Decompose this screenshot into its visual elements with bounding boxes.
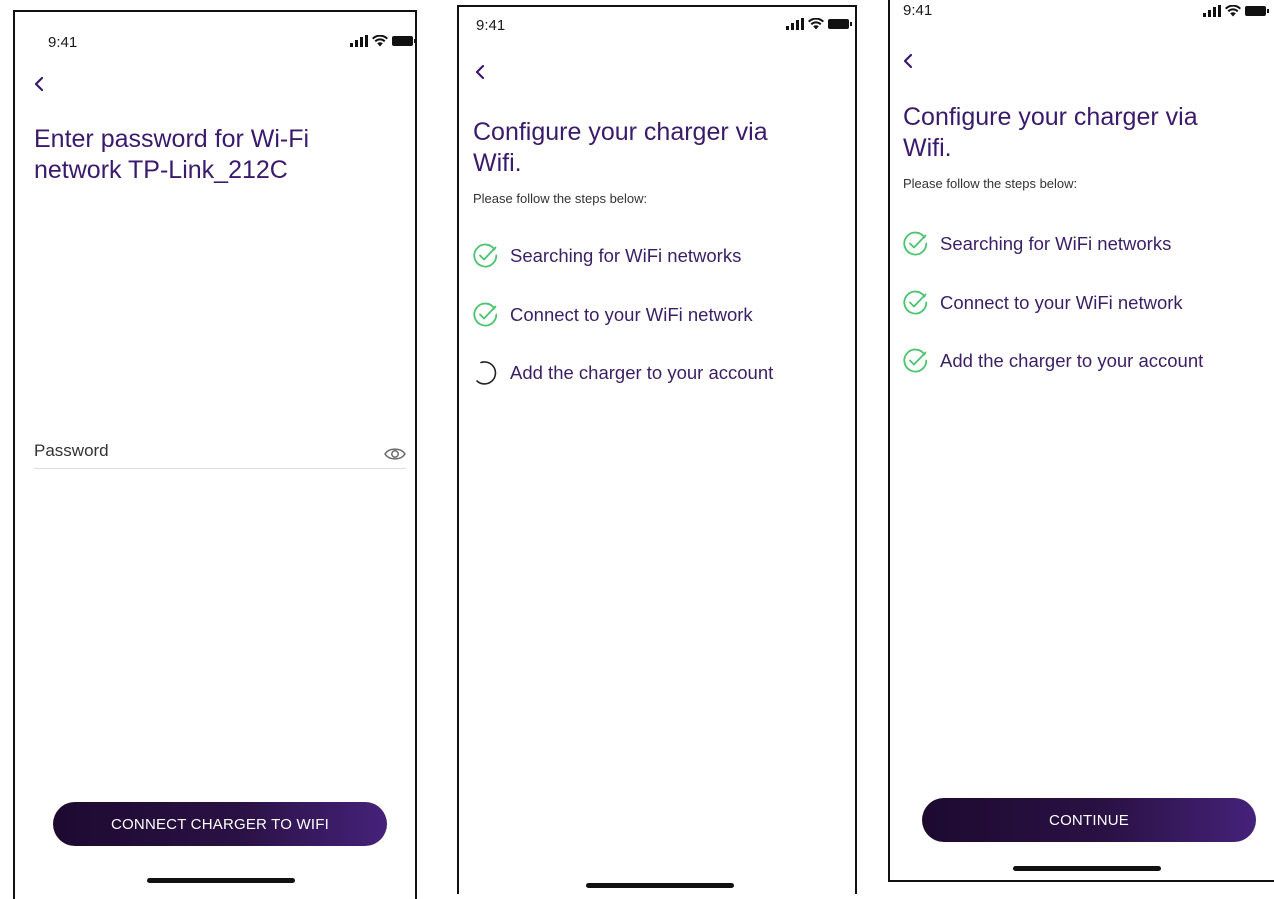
battery-icon bbox=[1245, 6, 1269, 16]
step-item: Add the charger to your account bbox=[472, 359, 773, 386]
wifi-icon bbox=[808, 18, 824, 30]
eye-icon[interactable] bbox=[384, 446, 406, 462]
screen-wifi-password: 9:41 Enter password for Wi-Fi network TP… bbox=[13, 10, 417, 899]
step-item: Add the charger to your account bbox=[902, 347, 1203, 374]
status-icons bbox=[1203, 4, 1269, 18]
continue-button[interactable]: CONTINUE bbox=[922, 798, 1256, 842]
page-title: Configure your charger via Wifi. bbox=[903, 103, 1198, 162]
page-subtitle: Please follow the steps below: bbox=[903, 176, 1078, 191]
step-item: Searching for WiFi networks bbox=[472, 242, 741, 269]
page-title: Configure your charger via Wifi. bbox=[473, 118, 768, 177]
page-title: Enter password for Wi-Fi network TP-Link… bbox=[34, 125, 310, 184]
step-label: Connect to your WiFi network bbox=[510, 303, 753, 325]
status-icons bbox=[786, 17, 852, 31]
step-label: Searching for WiFi networks bbox=[510, 244, 742, 266]
status-icons bbox=[350, 34, 415, 48]
back-chevron-icon[interactable] bbox=[470, 62, 490, 82]
check-circle-icon bbox=[903, 231, 928, 256]
signal-icon bbox=[786, 18, 804, 30]
page-subtitle: Please follow the steps below: bbox=[473, 191, 648, 206]
connect-charger-button[interactable]: CONNECT CHARGER TO WIFI bbox=[53, 802, 387, 846]
battery-icon bbox=[392, 36, 415, 46]
signal-icon bbox=[350, 35, 368, 47]
home-indicator bbox=[1013, 866, 1161, 871]
home-indicator bbox=[586, 883, 734, 888]
check-circle-icon bbox=[903, 290, 928, 315]
status-time: 9:41 bbox=[48, 34, 78, 51]
status-time: 9:41 bbox=[476, 17, 506, 34]
step-item: Searching for WiFi networks bbox=[902, 230, 1171, 257]
status-time: 9:41 bbox=[903, 2, 933, 19]
loading-spinner-icon bbox=[476, 361, 497, 385]
step-item: Connect to your WiFi network bbox=[472, 301, 753, 328]
battery-icon bbox=[828, 19, 852, 29]
check-circle-icon bbox=[473, 302, 498, 327]
screen-configure-in-progress: 9:41 Configure your charger via Wifi. Pl… bbox=[457, 5, 857, 894]
back-chevron-icon[interactable] bbox=[898, 51, 918, 71]
wifi-icon bbox=[372, 35, 388, 47]
back-chevron-icon[interactable] bbox=[29, 74, 49, 94]
check-circle-icon bbox=[903, 348, 928, 373]
password-underline bbox=[34, 468, 406, 469]
signal-icon bbox=[1203, 5, 1221, 17]
step-label: Connect to your WiFi network bbox=[940, 291, 1183, 313]
step-label: Add the charger to your account bbox=[510, 361, 774, 383]
step-item: Connect to your WiFi network bbox=[902, 289, 1183, 316]
password-field[interactable]: Password bbox=[34, 441, 109, 461]
screen-configure-complete: 9:41 Configure your charger via Wifi. Pl… bbox=[888, 0, 1274, 882]
step-label: Searching for WiFi networks bbox=[940, 232, 1172, 254]
wifi-icon bbox=[1225, 5, 1241, 17]
home-indicator bbox=[147, 878, 295, 883]
check-circle-icon bbox=[473, 243, 498, 268]
step-label: Add the charger to your account bbox=[940, 349, 1204, 371]
